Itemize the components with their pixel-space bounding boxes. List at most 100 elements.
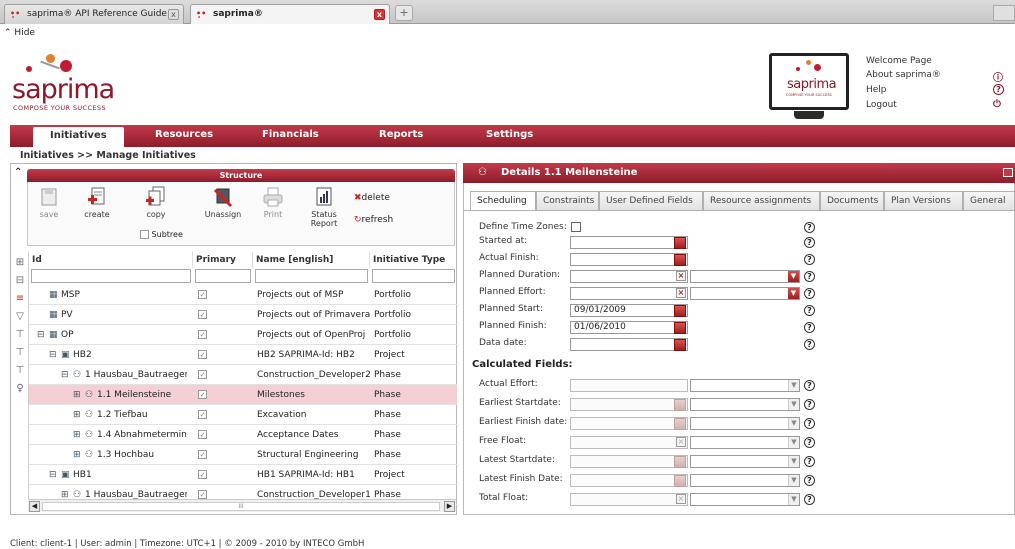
help-icon[interactable]: ? bbox=[804, 271, 815, 282]
tab-constraints[interactable]: Constraints bbox=[536, 191, 599, 210]
column-header-name[interactable]: Name [english] bbox=[253, 252, 370, 268]
calendar-icon[interactable] bbox=[674, 254, 686, 266]
table-row[interactable]: ⊟ ▦ OP ✓ Projects out of OpenProj Portfolio bbox=[29, 325, 457, 345]
tab-resource-assignments[interactable]: Resource assignments bbox=[703, 191, 820, 210]
help-icon[interactable]: ? bbox=[804, 305, 815, 316]
field-input[interactable]: 09/01/2009 bbox=[570, 304, 688, 317]
tree-expander-icon[interactable]: ⊟ bbox=[49, 345, 61, 365]
field-input[interactable] bbox=[570, 436, 688, 449]
calendar-icon[interactable] bbox=[674, 475, 686, 487]
scrollbar-thumb[interactable]: III bbox=[42, 502, 440, 511]
calendar-icon[interactable] bbox=[674, 339, 686, 351]
table-row[interactable]: ▦ PV ✓ Projects out of Primavera Portfolio bbox=[29, 305, 457, 325]
calendar-icon[interactable] bbox=[674, 305, 686, 317]
row-id-cell[interactable]: ⊟ ▣ HB1 bbox=[49, 465, 187, 485]
unit-select[interactable]: ▼ bbox=[690, 417, 800, 430]
calendar-icon[interactable] bbox=[674, 456, 686, 468]
field-input[interactable] bbox=[570, 493, 688, 506]
tree-expander-icon[interactable]: ⊟ bbox=[61, 365, 73, 385]
row-primary-cell[interactable]: ✓ bbox=[198, 405, 207, 425]
primary-checkbox[interactable]: ✓ bbox=[198, 330, 207, 339]
row-primary-cell[interactable]: ✓ bbox=[198, 465, 207, 485]
help-icon[interactable]: ? bbox=[804, 380, 815, 391]
filter-primary-input[interactable] bbox=[195, 269, 251, 283]
about-link[interactable]: About saprima® bbox=[866, 70, 941, 80]
tree-expander-icon[interactable]: ⊟ bbox=[37, 325, 49, 345]
primary-checkbox[interactable]: ✓ bbox=[198, 390, 207, 399]
row-id-cell[interactable]: ⊞ ⚇ 1.3 Hochbau bbox=[73, 445, 187, 465]
tab-list-button[interactable] bbox=[993, 5, 1015, 21]
refresh-button[interactable]: ↻refresh bbox=[354, 215, 393, 225]
collapse-panel-icon[interactable]: ⌃ bbox=[14, 167, 22, 178]
unit-select[interactable]: ▼ bbox=[690, 287, 800, 300]
nav-tab-initiatives[interactable]: Initiatives bbox=[33, 127, 124, 147]
primary-checkbox[interactable]: ✓ bbox=[198, 310, 207, 319]
nav-tab-resources[interactable]: Resources bbox=[155, 129, 213, 140]
tab-general[interactable]: General bbox=[963, 191, 1015, 210]
table-row[interactable]: ⊞ ⚇ 1.4 Abnahmetermine ✓ Acceptance Dates Pha… bbox=[29, 425, 457, 445]
tree-expander-icon[interactable]: ⊞ bbox=[73, 405, 85, 425]
browser-tab-api-reference[interactable]: •̥• saprima® API Reference Guide x bbox=[4, 4, 184, 24]
filter-name-input[interactable] bbox=[255, 269, 368, 283]
help-icon[interactable]: ? bbox=[804, 339, 815, 350]
new-tab-button[interactable]: + bbox=[395, 5, 413, 21]
row-primary-cell[interactable]: ✓ bbox=[198, 385, 207, 405]
field-input[interactable]: 01/06/2010 bbox=[570, 321, 688, 334]
table-row[interactable]: ⊞ ⚇ 1.1 Meilensteine ✓ Milestones Phase bbox=[29, 385, 457, 405]
field-input[interactable] bbox=[570, 455, 688, 468]
column-header-primary[interactable]: Primary bbox=[193, 252, 253, 268]
primary-checkbox[interactable]: ✓ bbox=[198, 350, 207, 359]
field-input[interactable] bbox=[570, 417, 688, 430]
copy-button[interactable]: copy bbox=[136, 186, 176, 219]
horizontal-scrollbar[interactable]: ◀ III ▶ bbox=[28, 499, 456, 512]
tab-scheduling[interactable]: Scheduling bbox=[470, 191, 536, 211]
tree-level-1-icon[interactable]: ⊤ bbox=[14, 329, 26, 341]
help-icon[interactable]: ? bbox=[804, 288, 815, 299]
field-input[interactable] bbox=[570, 253, 688, 266]
primary-checkbox[interactable]: ✓ bbox=[198, 470, 207, 479]
help-link[interactable]: Help bbox=[866, 85, 887, 95]
tab-documents[interactable]: Documents bbox=[820, 191, 884, 210]
tree-level-2-icon[interactable]: ⊤ bbox=[14, 347, 26, 359]
row-id-cell[interactable]: ⊟ ⚇ 1 Hausbau_Bautraeger bbox=[61, 365, 187, 385]
close-tab-icon[interactable]: x bbox=[168, 9, 179, 20]
clear-icon[interactable]: × bbox=[676, 271, 686, 281]
table-row[interactable]: ▦ MSP ✓ Projects out of MSP Portfolio bbox=[29, 285, 457, 305]
row-id-cell[interactable]: ▦ MSP bbox=[37, 285, 187, 305]
print-button[interactable]: Print bbox=[258, 186, 288, 219]
primary-checkbox[interactable]: ✓ bbox=[198, 450, 207, 459]
field-input[interactable] bbox=[570, 338, 688, 351]
row-id-cell[interactable]: ⊟ ▦ OP bbox=[37, 325, 187, 345]
welcome-page-link[interactable]: Welcome Page bbox=[866, 56, 932, 66]
create-button[interactable]: create bbox=[80, 186, 114, 219]
subtree-checkbox[interactable] bbox=[140, 230, 149, 239]
row-primary-cell[interactable]: ✓ bbox=[198, 345, 207, 365]
unassign-button[interactable]: Unassign bbox=[202, 186, 244, 219]
row-id-cell[interactable]: ⊞ ⚇ 1.2 Tiefbau bbox=[73, 405, 187, 425]
filter-id-input[interactable] bbox=[31, 269, 191, 283]
expand-all-icon[interactable]: ⊞ bbox=[14, 257, 26, 269]
help-icon[interactable]: ? bbox=[804, 322, 815, 333]
field-input[interactable] bbox=[570, 270, 688, 283]
power-icon[interactable]: ⏻ bbox=[993, 99, 1001, 110]
help-icon[interactable]: ? bbox=[804, 475, 815, 486]
field-input[interactable] bbox=[570, 287, 688, 300]
row-id-cell[interactable]: ⊞ ⚇ 1.1 Meilensteine bbox=[73, 385, 187, 405]
tree-expander-icon[interactable]: ⊞ bbox=[73, 385, 85, 405]
tab-plan-versions[interactable]: Plan Versions bbox=[884, 191, 963, 210]
nav-tab-reports[interactable]: Reports bbox=[379, 129, 423, 140]
row-id-cell[interactable]: ⊞ ⚇ 1.4 Abnahmetermine bbox=[73, 425, 187, 445]
scroll-left-icon[interactable]: ◀ bbox=[29, 501, 40, 512]
info-icon[interactable]: ⓘ bbox=[993, 69, 1003, 84]
clear-icon[interactable]: × bbox=[676, 288, 686, 298]
table-row[interactable]: ⊞ ⚇ 1.2 Tiefbau ✓ Excavation Phase bbox=[29, 405, 457, 425]
filter-icon[interactable]: ▽ bbox=[14, 311, 26, 323]
logout-link[interactable]: Logout bbox=[866, 100, 897, 110]
unit-select[interactable]: ▼ bbox=[690, 398, 800, 411]
row-id-cell[interactable]: ⊟ ▣ HB2 bbox=[49, 345, 187, 365]
nav-tab-settings[interactable]: Settings bbox=[486, 129, 533, 140]
close-tab-icon[interactable]: x bbox=[374, 9, 385, 20]
primary-checkbox[interactable]: ✓ bbox=[198, 370, 207, 379]
status-report-button[interactable]: Status Report bbox=[306, 186, 342, 228]
tree-level-3-icon[interactable]: ⊤ bbox=[14, 365, 26, 377]
